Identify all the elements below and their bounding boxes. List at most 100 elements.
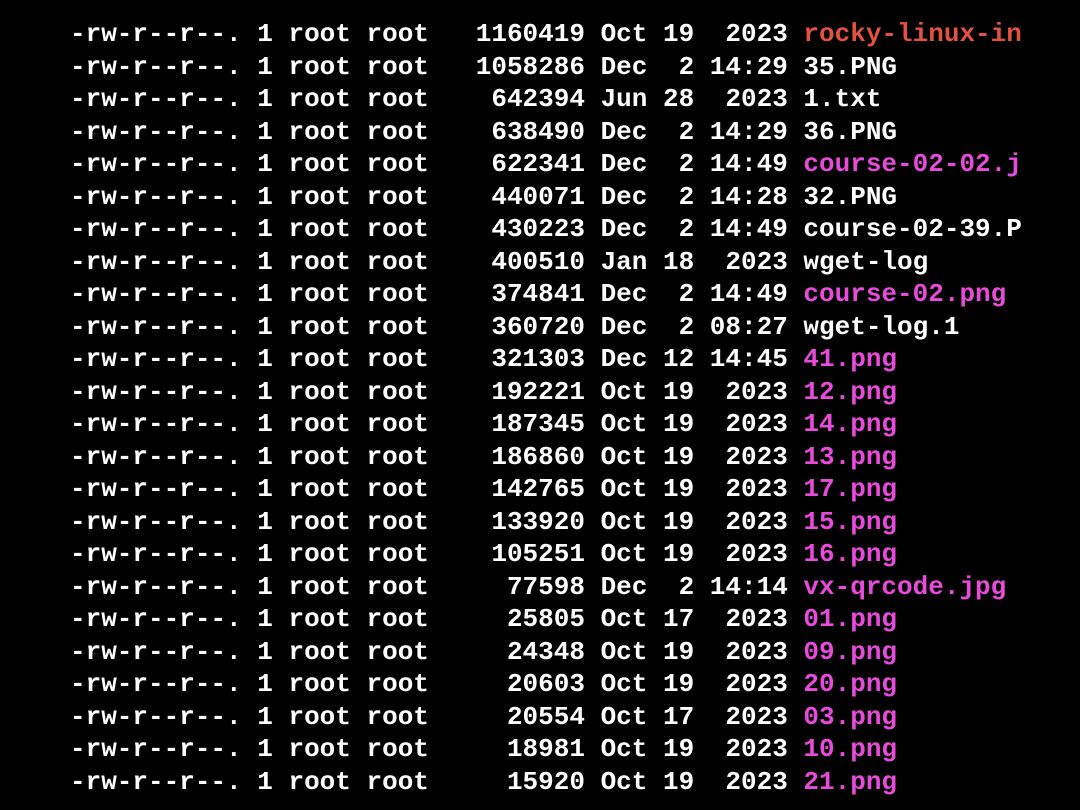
file-size: 430223 [445, 214, 585, 244]
file-date: Dec 2 08:27 [601, 312, 788, 342]
file-date: Jan 18 2023 [601, 247, 788, 277]
file-links: 1 [257, 377, 273, 407]
file-links: 1 [257, 117, 273, 147]
file-row: -rw-r--r--. 1 root root 15920 Oct 19 202… [0, 766, 1080, 799]
file-name: 17.png [803, 474, 897, 504]
file-links: 1 [257, 539, 273, 569]
file-name: 35.PNG [803, 52, 897, 82]
file-row: -rw-r--r--. 1 root root 142765 Oct 19 20… [0, 473, 1080, 506]
file-name: 16.png [803, 539, 897, 569]
file-name: 1.txt [803, 84, 881, 114]
file-size: 638490 [445, 117, 585, 147]
file-owner: root [288, 247, 350, 277]
file-size: 400510 [445, 247, 585, 277]
file-date: Oct 19 2023 [601, 507, 788, 537]
file-links: 1 [257, 52, 273, 82]
file-group: root [367, 214, 429, 244]
file-row: -rw-r--r--. 1 root root 360720 Dec 2 08:… [0, 311, 1080, 344]
file-row: -rw-r--r--. 1 root root 400510 Jan 18 20… [0, 246, 1080, 279]
file-name: wget-log.1 [803, 312, 959, 342]
file-links: 1 [257, 19, 273, 49]
file-name: rocky-linux-in [803, 19, 1021, 49]
file-owner: root [288, 702, 350, 732]
file-name: 13.png [803, 442, 897, 472]
file-size: 374841 [445, 279, 585, 309]
file-name: 32.PNG [803, 182, 897, 212]
file-name: 36.PNG [803, 117, 897, 147]
file-date: Dec 2 14:28 [601, 182, 788, 212]
file-size: 24348 [445, 637, 585, 667]
file-row: -rw-r--r--. 1 root root 192221 Oct 19 20… [0, 376, 1080, 409]
file-date: Oct 19 2023 [601, 734, 788, 764]
terminal-output[interactable]: -rw-r--r--. 1 root root 1160419 Oct 19 2… [0, 18, 1080, 798]
file-links: 1 [257, 702, 273, 732]
file-links: 1 [257, 279, 273, 309]
file-group: root [367, 52, 429, 82]
file-name: 41.png [803, 344, 897, 374]
file-permissions: -rw-r--r--. [70, 312, 242, 342]
file-group: root [367, 247, 429, 277]
file-date: Oct 19 2023 [601, 19, 788, 49]
file-date: Dec 2 14:29 [601, 117, 788, 147]
file-permissions: -rw-r--r--. [70, 507, 242, 537]
file-group: root [367, 344, 429, 374]
file-permissions: -rw-r--r--. [70, 637, 242, 667]
file-date: Oct 17 2023 [601, 702, 788, 732]
file-row: -rw-r--r--. 1 root root 1160419 Oct 19 2… [0, 18, 1080, 51]
file-date: Dec 2 14:49 [601, 214, 788, 244]
file-owner: root [288, 442, 350, 472]
file-group: root [367, 279, 429, 309]
file-permissions: -rw-r--r--. [70, 377, 242, 407]
file-date: Oct 19 2023 [601, 442, 788, 472]
file-group: root [367, 149, 429, 179]
file-links: 1 [257, 247, 273, 277]
file-permissions: -rw-r--r--. [70, 182, 242, 212]
file-name: 20.png [803, 669, 897, 699]
file-permissions: -rw-r--r--. [70, 344, 242, 374]
file-owner: root [288, 214, 350, 244]
file-date: Oct 19 2023 [601, 637, 788, 667]
file-size: 440071 [445, 182, 585, 212]
file-size: 142765 [445, 474, 585, 504]
file-links: 1 [257, 604, 273, 634]
file-owner: root [288, 572, 350, 602]
file-size: 20554 [445, 702, 585, 732]
file-owner: root [288, 117, 350, 147]
file-group: root [367, 312, 429, 342]
file-links: 1 [257, 669, 273, 699]
file-row: -rw-r--r--. 1 root root 20603 Oct 19 202… [0, 668, 1080, 701]
file-size: 186860 [445, 442, 585, 472]
file-size: 25805 [445, 604, 585, 634]
file-size: 15920 [445, 767, 585, 797]
file-permissions: -rw-r--r--. [70, 572, 242, 602]
file-group: root [367, 377, 429, 407]
file-permissions: -rw-r--r--. [70, 149, 242, 179]
file-name: 21.png [803, 767, 897, 797]
file-date: Oct 19 2023 [601, 767, 788, 797]
file-group: root [367, 734, 429, 764]
file-owner: root [288, 344, 350, 374]
file-links: 1 [257, 409, 273, 439]
file-name: 15.png [803, 507, 897, 537]
file-size: 360720 [445, 312, 585, 342]
file-size: 105251 [445, 539, 585, 569]
file-group: root [367, 767, 429, 797]
file-name: vx-qrcode.jpg [803, 572, 1006, 602]
file-row: -rw-r--r--. 1 root root 25805 Oct 17 202… [0, 603, 1080, 636]
file-size: 77598 [445, 572, 585, 602]
file-name: 14.png [803, 409, 897, 439]
file-date: Oct 19 2023 [601, 377, 788, 407]
file-owner: root [288, 84, 350, 114]
file-date: Oct 17 2023 [601, 604, 788, 634]
file-permissions: -rw-r--r--. [70, 117, 242, 147]
file-row: -rw-r--r--. 1 root root 24348 Oct 19 202… [0, 636, 1080, 669]
file-date: Oct 19 2023 [601, 409, 788, 439]
file-group: root [367, 84, 429, 114]
file-permissions: -rw-r--r--. [70, 84, 242, 114]
file-size: 20603 [445, 669, 585, 699]
file-permissions: -rw-r--r--. [70, 767, 242, 797]
file-links: 1 [257, 767, 273, 797]
file-row: -rw-r--r--. 1 root root 622341 Dec 2 14:… [0, 148, 1080, 181]
file-links: 1 [257, 474, 273, 504]
file-links: 1 [257, 312, 273, 342]
